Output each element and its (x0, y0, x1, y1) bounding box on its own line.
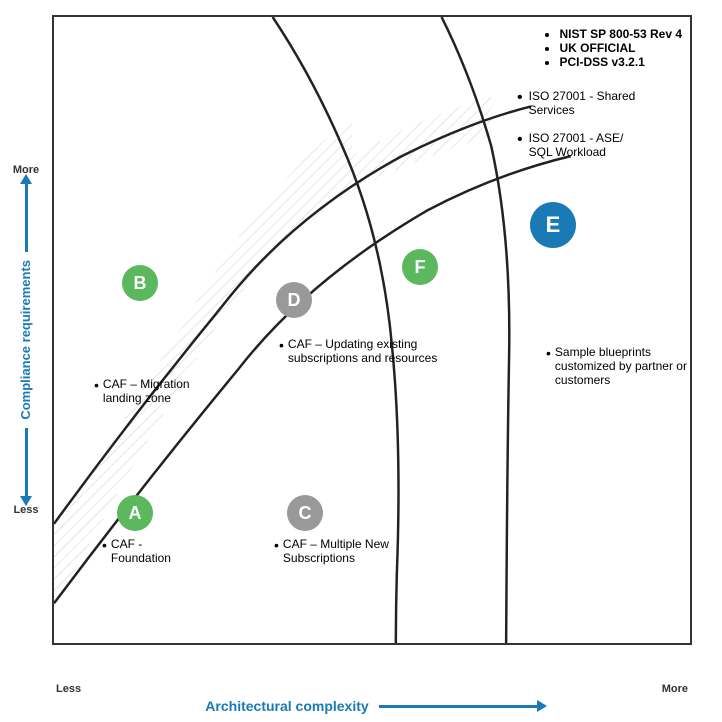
badge-D: D (276, 282, 312, 318)
y-axis-arrowhead-down (20, 496, 32, 506)
y-axis-arrowhead-up (20, 174, 32, 184)
x-axis-arrow-line (379, 705, 539, 708)
sample-blueprints-text: Sample blueprints customized by partner … (555, 345, 690, 387)
iso-items: • ISO 27001 - Shared Services • ISO 2700… (517, 89, 682, 159)
y-axis-container: More Compliance requirements Less (5, 30, 47, 650)
page: More Compliance requirements Less (0, 0, 722, 722)
chart-area: NIST SP 800-53 Rev 4 UK OFFICIAL PCI-DSS… (52, 15, 692, 645)
caf-migration-annotation: • CAF – Migration landing zone (94, 377, 224, 405)
iso-bullet-1: • (517, 89, 523, 117)
standards-list: NIST SP 800-53 Rev 4 UK OFFICIAL PCI-DSS… (541, 27, 682, 69)
badge-C: C (287, 495, 323, 531)
iso-label-2: ISO 27001 - ASE/SQL Workload (529, 131, 624, 159)
standard-nist: NIST SP 800-53 Rev 4 (559, 27, 682, 41)
caf-updating-text: CAF – Updating existing subscriptions an… (288, 337, 454, 365)
x-axis-title: Architectural complexity (205, 698, 368, 714)
y-axis-down-arrow (25, 428, 28, 498)
caf-updating-annotation: • CAF – Updating existing subscriptions … (279, 337, 454, 365)
badge-B: B (122, 265, 158, 301)
y-axis-up-arrow (25, 182, 28, 252)
iso-bullet-2: • (517, 131, 523, 159)
sample-blueprints-annotation: • Sample blueprints customized by partne… (546, 345, 690, 387)
caf-migration-text: CAF – Migration landing zone (103, 377, 224, 405)
badge-F: F (402, 249, 438, 285)
x-axis-arrowhead (537, 700, 547, 712)
caf-foundation-annotation: • CAF -Foundation (102, 537, 171, 565)
iso-label-1: ISO 27001 - Shared Services (529, 89, 682, 117)
x-axis-more-label: More (662, 683, 688, 695)
iso-item-1: • ISO 27001 - Shared Services (517, 89, 682, 117)
badge-E: E (530, 202, 576, 248)
caf-multiple-annotation: • CAF – Multiple New Subscriptions (274, 537, 434, 565)
caf-foundation-text: CAF -Foundation (111, 537, 171, 565)
badge-A: A (117, 495, 153, 531)
iso-item-2: • ISO 27001 - ASE/SQL Workload (517, 131, 682, 159)
standard-pci: PCI-DSS v3.2.1 (559, 55, 682, 69)
x-axis-container: Less More Architectural complexity (52, 683, 692, 714)
x-axis-less-label: Less (56, 683, 81, 695)
y-axis-label: Compliance requirements (18, 260, 35, 420)
x-axis-minmax: Less More (52, 683, 692, 695)
x-axis-title-row: Architectural complexity (52, 698, 692, 714)
caf-multiple-text: CAF – Multiple New Subscriptions (283, 537, 434, 565)
standard-uk: UK OFFICIAL (559, 41, 682, 55)
